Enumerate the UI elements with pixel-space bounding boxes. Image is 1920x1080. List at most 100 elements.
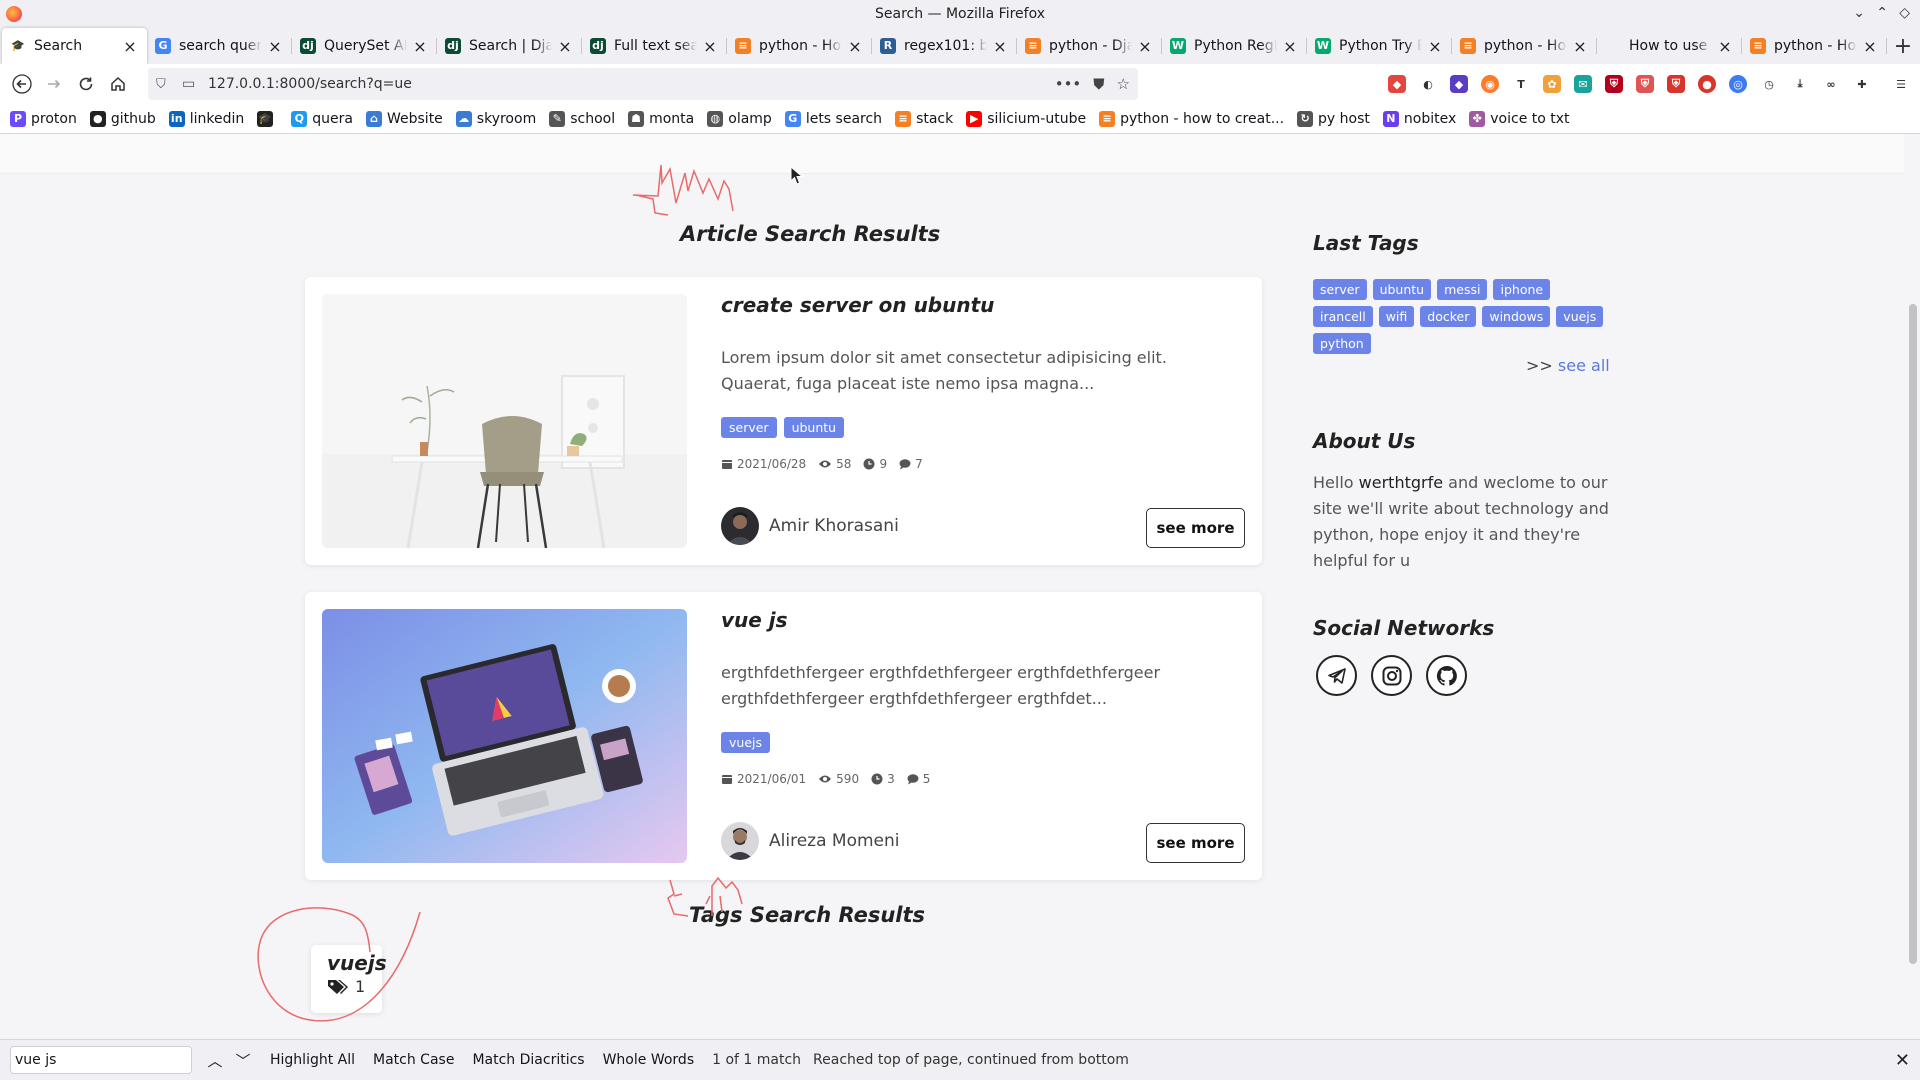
tab-7[interactable]: ≡ python - Djan× <box>1017 28 1162 64</box>
mail-extension-icon[interactable]: ✉ <box>1574 75 1592 93</box>
home-button[interactable] <box>102 68 134 100</box>
bookmark-proton[interactable]: Pproton <box>10 110 77 127</box>
bookmark-label[interactable]: proton <box>31 111 77 127</box>
extensions-puzzle-icon[interactable]: ✚ <box>1853 75 1871 93</box>
record-extension-icon[interactable]: ● <box>1698 75 1716 93</box>
bookmark-label[interactable]: py host <box>1318 111 1370 127</box>
see-more-button[interactable]: see more <box>1146 823 1245 863</box>
close-tab-icon[interactable]: × <box>1861 37 1879 56</box>
url-text[interactable]: 127.0.0.1:8000/search?q=ue <box>208 76 1043 92</box>
tab-2[interactable]: dj QuerySet API × <box>292 28 437 64</box>
sidebar-tag[interactable]: messi <box>1437 279 1488 300</box>
tab-label[interactable]: QuerySet API <box>324 38 407 54</box>
history-clock-icon[interactable]: ◷ <box>1760 75 1778 93</box>
article-author[interactable]: Alireza Momeni <box>721 822 899 860</box>
tab-label[interactable]: How to use a var <box>1629 38 1712 54</box>
tab-label[interactable]: Python RegEx <box>1194 38 1277 54</box>
page-actions-menu-icon[interactable]: ••• <box>1055 75 1082 93</box>
bookmark-linkedin[interactable]: in linkedin <box>168 110 244 127</box>
instagram-link[interactable] <box>1371 655 1412 696</box>
whole-words-toggle[interactable]: Whole Words <box>603 1052 695 1068</box>
bookmark-school[interactable]: ✎ school <box>549 110 615 127</box>
bookmark-label[interactable]: skyroom <box>477 111 536 127</box>
address-bar[interactable]: ⛉ ▭ 127.0.0.1:8000/search?q=ue ••• ⛊ ☆ <box>148 68 1138 100</box>
sidebar-tag[interactable]: python <box>1313 333 1371 354</box>
bookmark-label[interactable]: voice to txt <box>1490 111 1569 127</box>
maximize-icon[interactable]: ⌃ <box>1876 5 1888 21</box>
puzzle-extension-icon[interactable]: ✿ <box>1543 75 1561 93</box>
highlight-all-toggle[interactable]: Highlight All <box>270 1052 355 1068</box>
tab-label[interactable]: python - Djan <box>1049 38 1132 54</box>
tab-label[interactable]: Search | Djan <box>469 38 552 54</box>
close-tab-icon[interactable]: × <box>991 37 1009 56</box>
downloads-icon[interactable]: ⤓ <box>1791 75 1809 93</box>
find-input[interactable] <box>10 1046 192 1074</box>
article-thumbnail[interactable] <box>322 294 687 548</box>
close-find-bar-icon[interactable]: ✕ <box>1895 1050 1910 1071</box>
tag-result-card[interactable]: vuejs 1 <box>311 945 387 1013</box>
sidebar-tag[interactable]: server <box>1313 279 1367 300</box>
article-title[interactable]: create server on ubuntu <box>721 293 994 317</box>
close-window-icon[interactable]: ◇ <box>1899 5 1910 21</box>
see-all-link[interactable]: see all <box>1558 356 1610 375</box>
close-tab-icon[interactable]: × <box>411 37 429 56</box>
bookmark-silicium-utube[interactable]: ▶ silicium-utube <box>966 110 1086 127</box>
privacy-badger-extension-icon[interactable]: ⛨ <box>1636 75 1654 93</box>
close-tab-icon[interactable]: × <box>266 37 284 56</box>
bookmark-quera[interactable]: Qquera <box>291 110 353 127</box>
tab-label[interactable]: search query <box>179 38 262 54</box>
find-previous-button[interactable]: ︿ <box>206 1050 224 1071</box>
author-avatar[interactable] <box>721 822 759 860</box>
close-tab-icon[interactable]: × <box>556 37 574 56</box>
tab-11[interactable]: How to use a var× <box>1597 28 1742 64</box>
pocket-icon[interactable]: ⛊ <box>1093 75 1104 93</box>
bookmark-py-host[interactable]: ↻ py host <box>1297 110 1370 127</box>
tab-label[interactable]: Search <box>34 38 117 54</box>
author-name[interactable]: Alireza Momeni <box>769 831 899 851</box>
close-tab-icon[interactable]: × <box>1571 37 1589 56</box>
bookmark-label[interactable]: stack <box>916 111 953 127</box>
tab-4[interactable]: dj Full text searc× <box>582 28 727 64</box>
close-tab-icon[interactable]: × <box>1136 37 1154 56</box>
bookmark-stack[interactable]: ≡ stack <box>895 110 953 127</box>
tab-6[interactable]: Rregex101: bui× <box>872 28 1017 64</box>
close-tab-icon[interactable]: × <box>1426 37 1444 56</box>
tab-label[interactable]: python - How <box>759 38 842 54</box>
back-button[interactable] <box>6 68 38 100</box>
page-info-icon[interactable]: ▭ <box>182 76 200 92</box>
article-thumbnail[interactable] <box>322 609 687 863</box>
sidebar-tag[interactable]: iphone <box>1493 279 1551 300</box>
shield-extension-icon[interactable]: ⛨ <box>1667 75 1685 93</box>
tab-0[interactable]: 🎓 Search × <box>2 28 147 64</box>
find-next-button[interactable]: ﹀ <box>234 1050 252 1071</box>
proton-pass-extension-icon[interactable]: ◆ <box>1450 75 1468 93</box>
close-tab-icon[interactable]: × <box>1716 37 1734 56</box>
author-name[interactable]: Amir Khorasani <box>769 516 899 536</box>
bookmark-monta[interactable]: ☗ monta <box>628 110 694 127</box>
github-link[interactable] <box>1426 655 1467 696</box>
tracking-protection-shield-icon[interactable]: ⛉ <box>156 77 174 92</box>
bookmark-github[interactable]: ● github <box>89 110 156 127</box>
tab-10[interactable]: ≡ python - How× <box>1452 28 1597 64</box>
tab-label[interactable]: regex101: bui <box>904 38 987 54</box>
tab-1[interactable]: Gsearch query × <box>147 28 292 64</box>
bookmark-nobitex[interactable]: Nnobitex <box>1382 110 1456 127</box>
bookmark-website[interactable]: ⌂ Website <box>365 110 443 127</box>
see-more-button[interactable]: see more <box>1146 508 1245 548</box>
close-tab-icon[interactable]: × <box>1281 37 1299 56</box>
duckduckgo-extension-icon[interactable]: ◉ <box>1481 75 1499 93</box>
close-tab-icon[interactable]: × <box>846 37 864 56</box>
article-title[interactable]: vue js <box>721 608 788 632</box>
private-mask-icon[interactable]: ∞ <box>1822 75 1840 93</box>
tab-label[interactable]: Full text searc <box>614 38 697 54</box>
hamburger-menu-icon[interactable]: ☰ <box>1892 75 1910 93</box>
bookmark-python-how-to-creat[interactable]: ≡ python - how to creat... <box>1099 110 1284 127</box>
bookmark-olamp[interactable]: ◍ olamp <box>707 110 772 127</box>
sidebar-tag[interactable]: windows <box>1482 306 1551 327</box>
bookmark-label[interactable]: quera <box>312 111 353 127</box>
ublock-extension-icon[interactable]: ⛨ <box>1605 75 1623 93</box>
telegram-link[interactable] <box>1316 655 1357 696</box>
forward-button[interactable] <box>38 68 70 100</box>
close-tab-icon[interactable]: × <box>121 37 139 56</box>
match-diacritics-toggle[interactable]: Match Diacritics <box>472 1052 584 1068</box>
